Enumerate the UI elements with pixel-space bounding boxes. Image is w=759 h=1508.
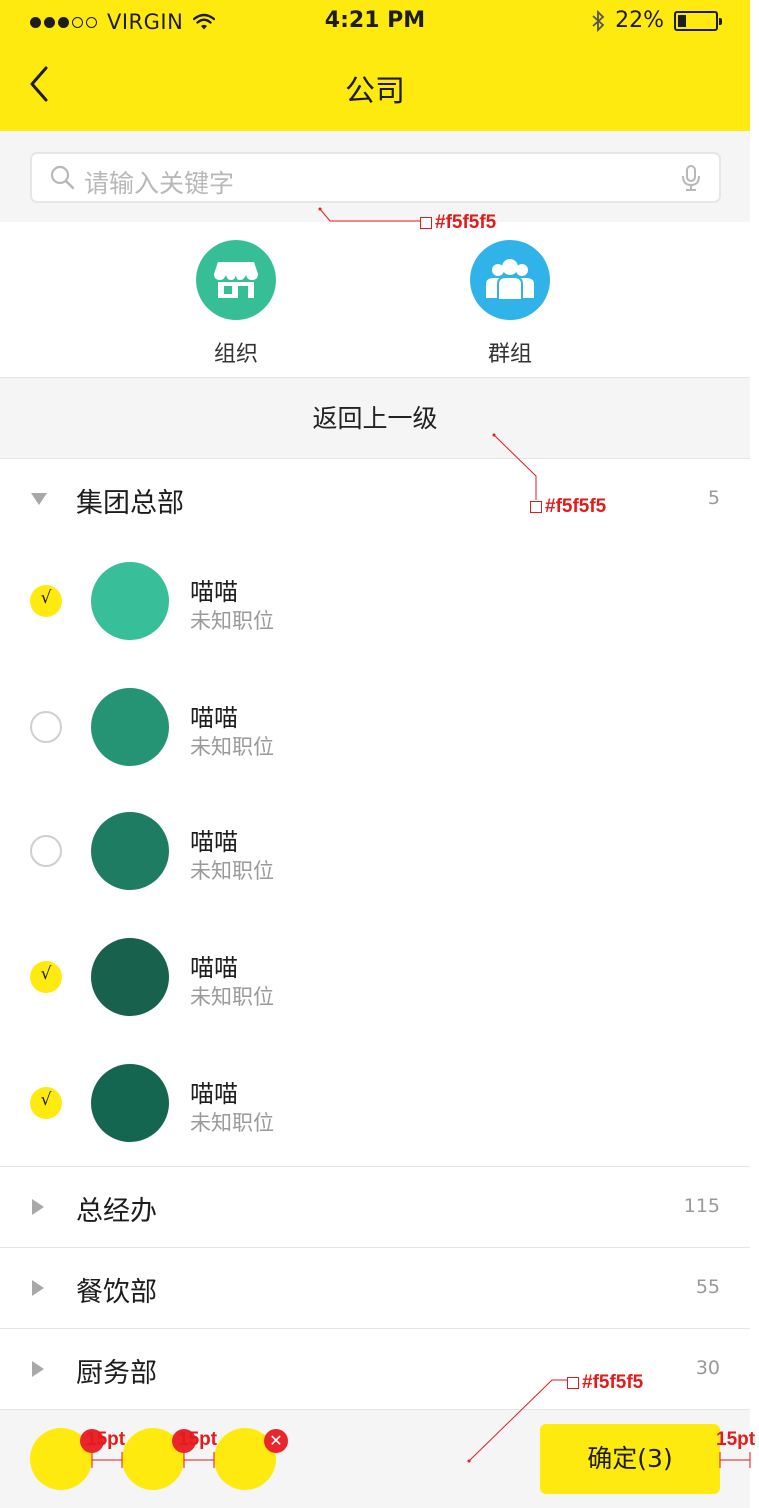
- color-annotation: #f5f5f5: [530, 496, 606, 518]
- avatar: [91, 812, 169, 890]
- member-title: 未知职位: [190, 985, 274, 1009]
- member-title: 未知职位: [190, 1111, 274, 1135]
- dept-row-catering[interactable]: 餐饮部 55: [0, 1248, 750, 1329]
- avatar: [91, 562, 169, 640]
- caret-right-icon: [32, 1280, 44, 1296]
- entry-organization-label: 组织: [213, 342, 258, 367]
- battery-percent: 22%: [615, 8, 664, 33]
- caret-down-icon: [31, 493, 47, 505]
- checkbox-checked[interactable]: √: [30, 585, 62, 617]
- member-title: 未知职位: [190, 735, 274, 759]
- entry-group[interactable]: 群组: [450, 240, 570, 368]
- member-name: 喵喵: [190, 828, 238, 856]
- member-name: 喵喵: [190, 954, 238, 982]
- check-mark-icon: √: [40, 588, 52, 608]
- member-title: 未知职位: [190, 859, 274, 883]
- member-row[interactable]: 喵喵 未知职位: [0, 664, 750, 790]
- dept-count: 30: [695, 1357, 720, 1379]
- member-row[interactable]: √ 喵喵 未知职位: [0, 914, 750, 1040]
- header: VIRGIN 4:21 PM 22% 公司: [0, 0, 750, 131]
- dept-name: 总经办: [76, 1196, 157, 1227]
- caret-right-icon: [32, 1199, 44, 1215]
- battery-icon: [674, 10, 722, 31]
- dept-count: 55: [695, 1276, 720, 1298]
- bottom-selection-bar: ✕ 确定(3): [0, 1410, 750, 1508]
- check-mark-icon: √: [40, 1090, 52, 1110]
- page-title: 公司: [345, 74, 405, 109]
- checkbox-checked[interactable]: √: [30, 1087, 62, 1119]
- group-icon: [470, 240, 550, 320]
- dept-row-kitchen[interactable]: 厨务部 30: [0, 1329, 750, 1410]
- dept-name: 餐饮部: [76, 1277, 157, 1308]
- back-to-parent-level[interactable]: 返回上一级: [0, 378, 750, 459]
- canvas-margin: [750, 0, 759, 1508]
- bluetooth-icon: [592, 9, 605, 32]
- avatar: [91, 1064, 169, 1142]
- spacing-annotation: 15pt: [86, 1429, 126, 1450]
- dept-name: 集团总部: [76, 488, 184, 519]
- dept-count: 5: [707, 487, 720, 509]
- dept-count: 115: [683, 1195, 720, 1217]
- member-row[interactable]: √ 喵喵 未知职位: [0, 1040, 750, 1167]
- entry-organization[interactable]: 组织: [176, 240, 296, 368]
- dept-name: 厨务部: [76, 1358, 157, 1389]
- dept-row-general-office[interactable]: 总经办 115: [0, 1167, 750, 1248]
- phone-screen: VIRGIN 4:21 PM 22% 公司 请输入关键字 组织 群组 返回上一级…: [0, 0, 750, 1508]
- member-name: 喵喵: [190, 1080, 238, 1108]
- spacing-annotation: 15pt: [716, 1429, 756, 1450]
- member-row[interactable]: 喵喵 未知职位: [0, 788, 750, 914]
- avatar: [91, 938, 169, 1016]
- close-icon[interactable]: ✕: [264, 1429, 288, 1453]
- status-bar: VIRGIN 4:21 PM 22%: [0, 0, 750, 44]
- search-placeholder: 请输入关键字: [84, 169, 235, 198]
- member-row[interactable]: √ 喵喵 未知职位: [0, 538, 750, 664]
- color-annotation: #f5f5f5: [420, 212, 496, 234]
- checkbox-checked[interactable]: √: [30, 961, 62, 993]
- entry-shortcuts: 组织 群组: [0, 222, 750, 378]
- store-icon: [196, 240, 276, 320]
- battery-fill: [678, 14, 686, 27]
- confirm-button[interactable]: 确定(3): [540, 1424, 720, 1494]
- search-input[interactable]: 请输入关键字: [30, 152, 721, 203]
- spacing-annotation: 15pt: [178, 1429, 218, 1450]
- entry-group-label: 群组: [487, 342, 532, 367]
- avatar: [91, 688, 169, 766]
- member-title: 未知职位: [190, 609, 274, 633]
- status-right: 22%: [591, 8, 722, 33]
- checkbox-unchecked[interactable]: [30, 835, 62, 867]
- check-mark-icon: √: [40, 964, 52, 984]
- caret-right-icon: [32, 1361, 44, 1377]
- member-name: 喵喵: [190, 578, 238, 606]
- search-icon: [50, 165, 75, 190]
- dept-row-headquarters[interactable]: 集团总部 5: [0, 459, 750, 540]
- color-annotation: #f5f5f5: [567, 1372, 643, 1394]
- checkbox-unchecked[interactable]: [30, 711, 62, 743]
- search-area: 请输入关键字: [0, 131, 750, 222]
- microphone-icon[interactable]: [681, 164, 701, 192]
- member-name: 喵喵: [190, 704, 238, 732]
